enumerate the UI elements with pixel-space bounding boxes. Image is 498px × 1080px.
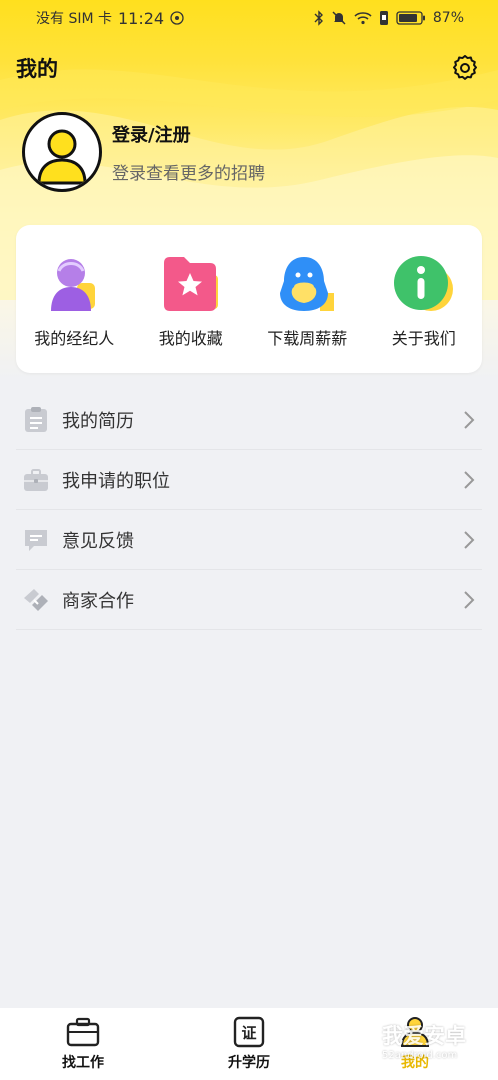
sim-icon — [379, 11, 388, 25]
login-register-link[interactable]: 登录/注册 — [112, 121, 265, 147]
resume-icon — [25, 406, 47, 432]
chevron-right-icon — [464, 590, 475, 609]
download-app-icon — [280, 257, 335, 311]
certificate-icon-text: 证 — [241, 1024, 256, 1042]
chevron-right-icon — [464, 470, 475, 489]
app-notification-icon — [170, 11, 184, 25]
login-subtitle: 登录查看更多的招聘 — [112, 163, 265, 184]
chevron-right-icon — [464, 410, 475, 429]
carrier-label: 没有 SIM 卡 — [36, 11, 112, 27]
watermark: 我爱安卓 52android.com — [338, 1010, 488, 1070]
quick-link-label: 我的经纪人 — [34, 329, 115, 348]
status-time: 11:24 — [118, 8, 165, 28]
top-bar: 我的 — [0, 48, 498, 88]
menu-item-label: 商家合作 — [62, 590, 134, 612]
quick-link-about[interactable]: 关于我们 — [368, 253, 480, 349]
default-avatar-icon — [37, 129, 87, 185]
menu-item-cooperation[interactable]: 商家合作 — [16, 570, 482, 630]
watermark-logo-icon — [342, 1017, 374, 1061]
tab-find-job[interactable]: 找工作 — [23, 1016, 143, 1072]
mute-bell-icon — [332, 11, 346, 25]
job-icon — [66, 1017, 100, 1047]
menu-list: 我的简历 我申请的职位 意见反馈 商家合作 — [16, 390, 482, 630]
status-bar: 没有 SIM 卡 11:24 87% — [0, 0, 498, 36]
page-title: 我的 — [16, 57, 58, 81]
menu-item-label: 意见反馈 — [62, 530, 134, 552]
quick-link-label: 关于我们 — [391, 329, 456, 348]
menu-item-label: 我的简历 — [62, 410, 134, 432]
watermark-url: 52android.com — [382, 1049, 458, 1061]
tab-label: 升学历 — [228, 1055, 270, 1071]
bluetooth-icon — [314, 10, 323, 26]
menu-item-label: 我申请的职位 — [62, 470, 170, 492]
menu-item-resume[interactable]: 我的简历 — [16, 390, 482, 450]
chevron-right-icon — [464, 530, 475, 549]
quick-link-agent[interactable]: 我的经纪人 — [18, 253, 130, 349]
profile-section[interactable]: 登录/注册 登录查看更多的招聘 — [22, 112, 265, 192]
certificate-icon: 证 — [233, 1016, 265, 1048]
watermark-text: 我爱安卓 — [382, 1023, 466, 1048]
menu-item-feedback[interactable]: 意见反馈 — [16, 510, 482, 570]
handshake-icon — [24, 588, 48, 611]
agent-icon — [51, 259, 96, 311]
avatar[interactable] — [22, 112, 102, 192]
briefcase-icon — [24, 468, 48, 491]
quick-link-download[interactable]: 下载周薪薪 — [251, 253, 363, 349]
favorites-icon — [163, 257, 218, 311]
battery-icon — [396, 11, 425, 25]
wifi-icon — [354, 12, 372, 25]
quick-link-favorites[interactable]: 我的收藏 — [135, 253, 247, 349]
quick-links-card: 我的经纪人 我的收藏 下载周薪薪 关于我们 — [16, 225, 482, 373]
gear-icon[interactable] — [452, 55, 478, 81]
quick-link-label: 下载周薪薪 — [267, 329, 348, 348]
tab-label: 找工作 — [62, 1055, 104, 1071]
menu-item-applied-jobs[interactable]: 我申请的职位 — [16, 450, 482, 510]
feedback-icon — [25, 529, 47, 551]
quick-link-label: 我的收藏 — [158, 329, 223, 348]
battery-percent: 87% — [432, 10, 464, 26]
info-icon — [393, 256, 453, 311]
tab-education[interactable]: 证 升学历 — [189, 1016, 309, 1072]
